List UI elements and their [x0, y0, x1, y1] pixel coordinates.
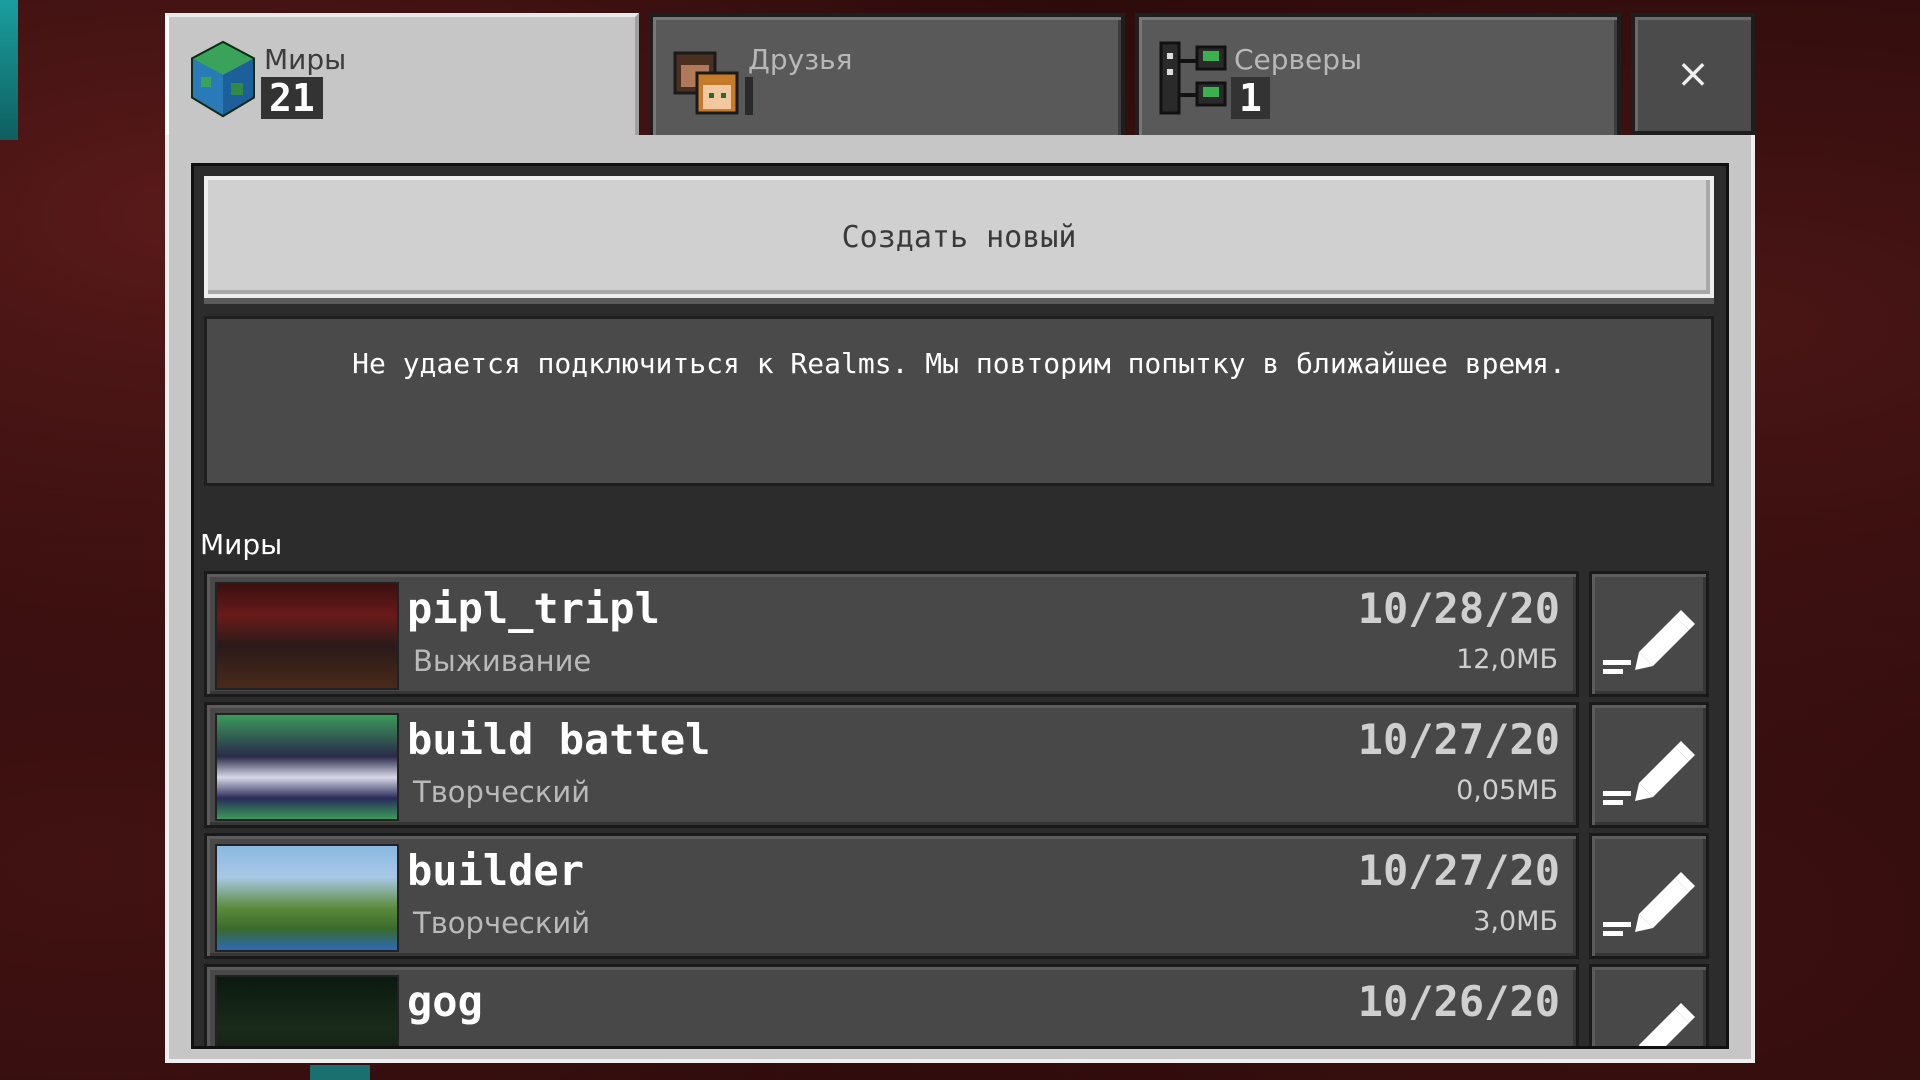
worlds-section-heading: Миры: [200, 528, 283, 561]
world-name: pipl_tripl: [407, 584, 660, 633]
worlds-panel: Создать новый Не удается подключиться к …: [165, 135, 1755, 1063]
world-date: 10/27/20: [1357, 715, 1560, 764]
tab-friends-count: [745, 77, 753, 115]
world-row[interactable]: gog 10/26/20: [204, 964, 1724, 1046]
world-card[interactable]: gog 10/26/20: [204, 964, 1579, 1046]
tab-worlds[interactable]: Миры 21: [165, 13, 639, 148]
world-name: build battel: [407, 715, 711, 764]
background-decoration: [0, 0, 18, 140]
edit-world-button[interactable]: [1589, 702, 1709, 828]
world-size: 12,0МБ: [1456, 644, 1558, 675]
play-screen-window: Миры 21 Друзья Серверы 1 × Создать новый…: [165, 13, 1755, 1063]
world-name: gog: [407, 977, 483, 1026]
world-thumbnail: [215, 975, 399, 1046]
world-card[interactable]: builder Творческий 10/27/20 3,0МБ: [204, 833, 1579, 959]
realms-notice-text: Не удается подключиться к Realms. Мы пов…: [352, 347, 1566, 380]
world-thumbnail: [215, 582, 399, 690]
world-row[interactable]: pipl_tripl Выживание 10/28/20 12,0МБ: [204, 571, 1724, 697]
worlds-scroll-area[interactable]: Создать новый Не удается подключиться к …: [191, 163, 1729, 1049]
world-row[interactable]: build battel Творческий 10/27/20 0,05МБ: [204, 702, 1724, 828]
create-new-label: Создать новый: [841, 219, 1077, 255]
world-card[interactable]: build battel Творческий 10/27/20 0,05МБ: [204, 702, 1579, 828]
servers-icon: [1159, 41, 1227, 115]
tab-bar: Миры 21 Друзья Серверы 1 ×: [165, 13, 1755, 148]
friends-icon: [673, 51, 739, 115]
world-date: 10/28/20: [1357, 584, 1560, 633]
close-icon: ×: [1676, 51, 1710, 97]
world-row[interactable]: builder Творческий 10/27/20 3,0МБ: [204, 833, 1724, 959]
world-name: builder: [407, 846, 585, 895]
tab-friends-label: Друзья: [748, 43, 853, 76]
pencil-icon: [1603, 741, 1695, 805]
pencil-icon: [1603, 610, 1695, 674]
world-card[interactable]: pipl_tripl Выживание 10/28/20 12,0МБ: [204, 571, 1579, 697]
tab-servers[interactable]: Серверы 1: [1135, 13, 1621, 135]
pencil-icon: [1638, 1003, 1695, 1046]
globe-icon: [191, 40, 255, 118]
realms-notice: Не удается подключиться к Realms. Мы пов…: [204, 316, 1714, 486]
world-mode: Выживание: [413, 644, 592, 678]
world-mode: Творческий: [413, 906, 591, 940]
world-thumbnail: [215, 713, 399, 821]
world-size: 0,05МБ: [1456, 775, 1558, 806]
edit-world-button[interactable]: [1589, 571, 1709, 697]
world-size: 3,0МБ: [1473, 906, 1558, 937]
world-thumbnail: [215, 844, 399, 952]
pencil-icon: [1603, 872, 1695, 936]
close-button[interactable]: ×: [1631, 13, 1755, 135]
edit-world-button[interactable]: [1589, 964, 1709, 1046]
world-date: 10/26/20: [1357, 977, 1560, 1026]
tab-friends[interactable]: Друзья: [649, 13, 1125, 135]
world-mode: Творческий: [413, 775, 591, 809]
tab-servers-label: Серверы: [1234, 43, 1363, 76]
edit-world-button[interactable]: [1589, 833, 1709, 959]
tab-worlds-label: Миры: [264, 43, 347, 76]
tab-servers-count: 1: [1231, 77, 1270, 119]
tab-worlds-count: 21: [261, 77, 323, 119]
background-decoration: [310, 1065, 370, 1080]
create-new-button[interactable]: Создать новый: [204, 176, 1714, 298]
world-date: 10/27/20: [1357, 846, 1560, 895]
